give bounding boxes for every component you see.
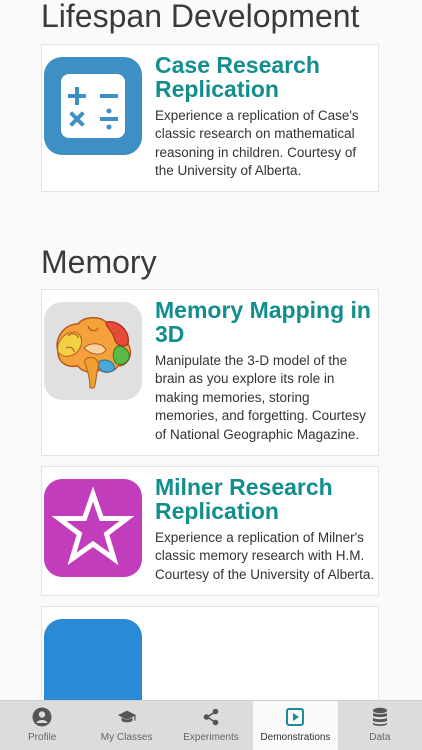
person-icon — [32, 707, 52, 727]
tab-label: My Classes — [100, 732, 153, 743]
brain-icon — [44, 302, 142, 400]
section-title-memory: Memory — [41, 244, 157, 280]
card-title: Case Research Replication — [155, 52, 320, 102]
tab-data[interactable]: Data — [338, 701, 422, 750]
card-title: Milner Research Replication — [155, 474, 333, 524]
tab-demonstrations[interactable]: Demonstrations — [253, 701, 338, 750]
tab-label: Experiments — [183, 732, 239, 743]
card-description: Experience a replication of Case's class… — [155, 108, 359, 179]
demo-card-tulving[interactable] — [41, 606, 379, 700]
tab-experiments[interactable]: Experiments — [169, 701, 253, 750]
tab-label: Data — [369, 732, 391, 743]
tab-label: Profile — [28, 732, 57, 743]
database-icon — [370, 707, 390, 727]
bottom-tab-bar: Profile My Classes Experiments Demonstra… — [0, 700, 422, 750]
tab-my-classes[interactable]: My Classes — [84, 701, 168, 750]
word-list-icon — [44, 619, 142, 700]
demo-card-milner[interactable]: Milner Research Replication Experience a… — [41, 466, 379, 596]
card-description: Experience a replication of Milner's cla… — [155, 530, 375, 582]
card-title: Memory Mapping in 3D — [155, 297, 371, 347]
section-title-lifespan: Lifespan Development — [41, 0, 360, 34]
play-square-icon — [285, 707, 305, 727]
tab-profile[interactable]: Profile — [0, 701, 84, 750]
share-nodes-icon — [201, 707, 221, 727]
calculator-icon — [44, 57, 142, 155]
star-icon — [44, 479, 142, 577]
demo-card-memory-mapping[interactable]: Memory Mapping in 3D Manipulate the 3-D … — [41, 289, 379, 456]
demonstrations-list[interactable]: Lifespan Development Case Research Repli… — [0, 0, 422, 700]
graduation-cap-icon — [117, 707, 137, 727]
demo-card-case[interactable]: Case Research Replication Experience a r… — [41, 44, 379, 192]
tab-label: Demonstrations — [260, 732, 331, 743]
card-description: Manipulate the 3-D model of the brain as… — [155, 353, 366, 442]
